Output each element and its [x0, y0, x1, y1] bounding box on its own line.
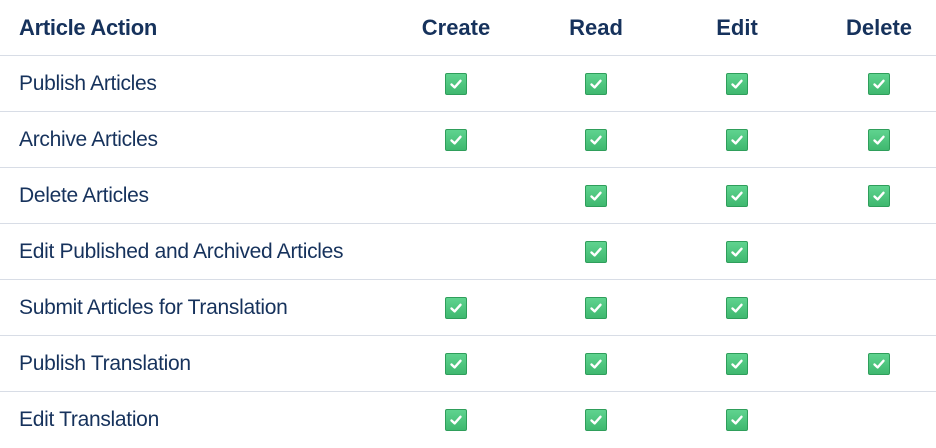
cell-delete — [824, 280, 934, 335]
checkbox-checked-icon — [868, 72, 890, 95]
header-article-action: Article Action — [19, 14, 158, 40]
checkbox-checked-icon — [445, 128, 467, 151]
checkbox-checked-icon — [585, 352, 607, 375]
checkbox-checked-icon — [585, 409, 607, 431]
cell-create — [401, 280, 511, 335]
checkbox-checked-icon — [726, 128, 748, 151]
cell-read — [541, 392, 651, 448]
checkbox-checked-icon — [726, 296, 748, 319]
cell-delete — [824, 392, 934, 448]
cell-create — [401, 336, 511, 391]
cell-read — [541, 224, 651, 279]
row-article-action: Archive Articles — [19, 127, 158, 151]
checkbox-checked-icon — [445, 409, 467, 431]
row-article-action: Submit Articles for Translation — [19, 295, 288, 319]
cell-delete — [824, 336, 934, 391]
row-article-action: Delete Articles — [19, 183, 149, 207]
table-header-row: Article Action Create Read Edit Delete — [0, 0, 936, 56]
cell-delete — [824, 112, 934, 167]
cell-create — [401, 168, 511, 223]
cell-delete — [824, 56, 934, 111]
row-article-action: Edit Published and Archived Articles — [19, 239, 344, 263]
checkbox-checked-icon — [585, 72, 607, 95]
header-create: Create — [421, 14, 491, 40]
checkbox-checked-icon — [868, 128, 890, 151]
table-row: Edit Translation — [0, 392, 936, 448]
header-edit: Edit — [716, 14, 758, 40]
cell-create — [401, 392, 511, 448]
checkbox-checked-icon — [585, 128, 607, 151]
cell-edit — [682, 56, 792, 111]
checkbox-checked-icon — [445, 352, 467, 375]
cell-edit — [682, 280, 792, 335]
cell-delete — [824, 168, 934, 223]
cell-read — [541, 56, 651, 111]
table-row: Publish Translation — [0, 336, 936, 392]
checkbox-checked-icon — [445, 72, 467, 95]
checkbox-checked-icon — [726, 184, 748, 207]
row-article-action: Edit Translation — [19, 408, 159, 431]
cell-create — [401, 224, 511, 279]
cell-edit — [682, 224, 792, 279]
checkbox-checked-icon — [445, 296, 467, 319]
cell-read — [541, 336, 651, 391]
table-row: Edit Published and Archived Articles — [0, 224, 936, 280]
checkbox-checked-icon — [726, 72, 748, 95]
cell-delete — [824, 224, 934, 279]
checkbox-checked-icon — [726, 240, 748, 263]
checkbox-checked-icon — [585, 184, 607, 207]
cell-edit — [682, 112, 792, 167]
cell-create — [401, 112, 511, 167]
checkbox-checked-icon — [585, 296, 607, 319]
checkbox-checked-icon — [726, 352, 748, 375]
cell-read — [541, 280, 651, 335]
checkbox-checked-icon — [585, 240, 607, 263]
checkbox-checked-icon — [868, 352, 890, 375]
table-row: Delete Articles — [0, 168, 936, 224]
header-delete: Delete — [845, 14, 913, 40]
cell-edit — [682, 336, 792, 391]
table-row: Archive Articles — [0, 112, 936, 168]
checkbox-checked-icon — [726, 409, 748, 431]
cell-edit — [682, 392, 792, 448]
row-article-action: Publish Translation — [19, 351, 191, 375]
table-row: Publish Articles — [0, 56, 936, 112]
cell-read — [541, 168, 651, 223]
cell-read — [541, 112, 651, 167]
permissions-table: Article Action Create Read Edit Delete P… — [0, 0, 936, 438]
header-read: Read — [569, 14, 623, 40]
row-article-action: Publish Articles — [19, 71, 157, 95]
cell-create — [401, 56, 511, 111]
table-row: Submit Articles for Translation — [0, 280, 936, 336]
checkbox-checked-icon — [868, 184, 890, 207]
cell-edit — [682, 168, 792, 223]
